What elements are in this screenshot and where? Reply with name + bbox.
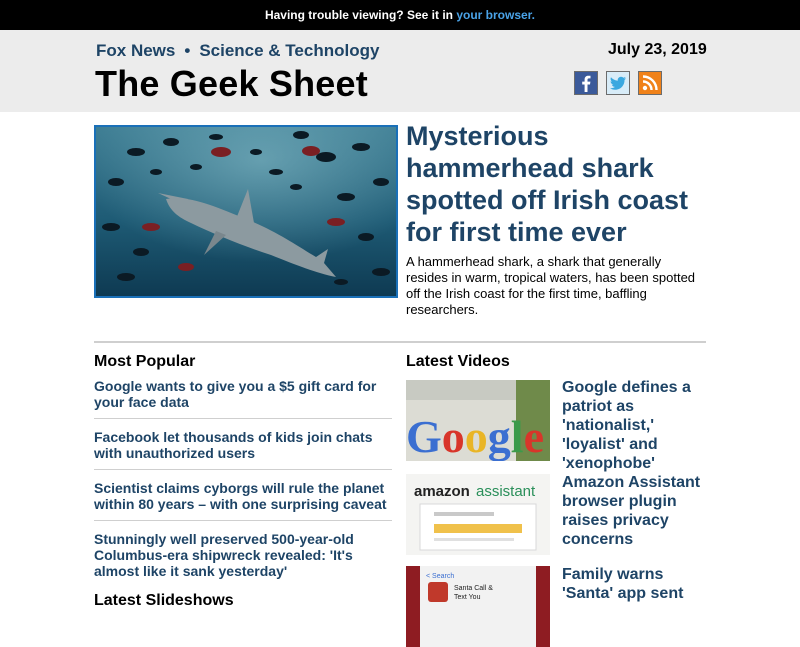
facebook-icon[interactable] [574, 71, 598, 95]
svg-text:Santa Call &: Santa Call & [454, 585, 493, 592]
hero-shark-image[interactable] [94, 125, 398, 298]
hero-headline[interactable]: Mysterious hammerhead shark spotted off … [406, 120, 706, 248]
video-thumbnail-santa[interactable]: < Search Santa Call & Text You [406, 566, 550, 647]
video-title-santa[interactable]: Family warns 'Santa' app sent [562, 565, 712, 603]
breadcrumb: Fox News • Science & Technology [96, 41, 379, 61]
video-title-google[interactable]: Google defines a patriot as 'nationalist… [562, 378, 712, 473]
svg-text:Google: Google [406, 411, 544, 461]
social-links [574, 71, 662, 95]
browser-view-bar: Having trouble viewing? See it in your b… [0, 0, 800, 30]
video-thumbnail-amazon[interactable]: amazon assistant [406, 474, 550, 555]
most-popular-list: Google wants to give you a $5 gift card … [94, 376, 392, 595]
crumb-separator: • [184, 41, 191, 60]
video-title-amazon[interactable]: Amazon Assistant browser plugin raises p… [562, 473, 712, 549]
rss-icon[interactable] [638, 71, 662, 95]
svg-text:< Search: < Search [426, 573, 454, 580]
crumb-science-technology[interactable]: Science & Technology [199, 41, 379, 60]
popular-item-4[interactable]: Stunningly well preserved 500-year-old C… [94, 529, 392, 587]
popular-item-2[interactable]: Facebook let thousands of kids join chat… [94, 427, 392, 470]
browser-view-text: Having trouble viewing? See it in [264, 8, 453, 22]
video-thumbnail-google[interactable]: Google [406, 380, 550, 461]
issue-date: July 23, 2019 [608, 41, 707, 58]
twitter-icon[interactable] [606, 71, 630, 95]
svg-text:assistant: assistant [476, 483, 536, 500]
most-popular-heading: Most Popular [94, 353, 196, 370]
popular-item-1[interactable]: Google wants to give you a $5 gift card … [94, 376, 392, 419]
popular-item-3[interactable]: Scientist claims cyborgs will rule the p… [94, 478, 392, 521]
section-divider [94, 341, 706, 343]
page-title: The Geek Sheet [95, 63, 368, 104]
latest-slideshows-heading: Latest Slideshows [94, 592, 234, 609]
latest-videos-heading: Latest Videos [406, 353, 510, 370]
page-header: Fox News • Science & Technology July 23, 2… [0, 30, 800, 112]
browser-view-link[interactable]: your browser. [456, 8, 535, 22]
svg-text:amazon: amazon [414, 483, 470, 500]
hero-description: A hammerhead shark, a shark that general… [406, 254, 696, 317]
crumb-fox-news[interactable]: Fox News [96, 41, 175, 60]
